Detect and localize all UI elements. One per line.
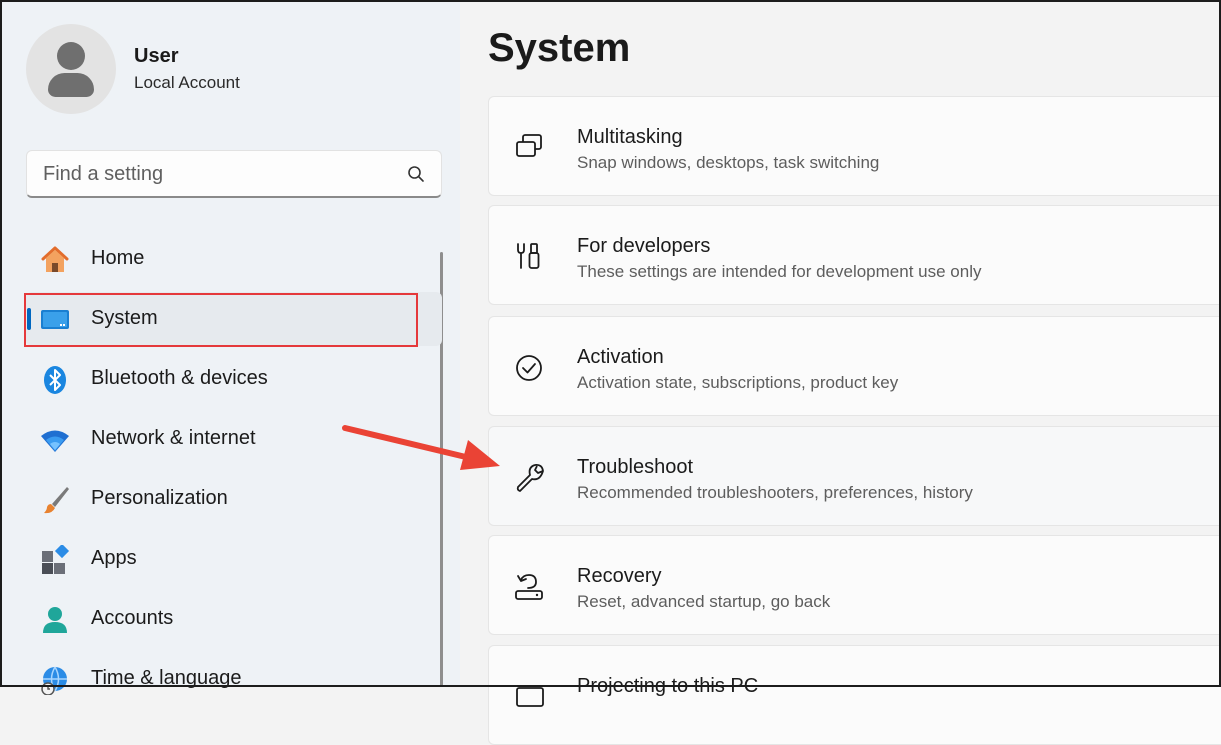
annotation-arrow — [342, 425, 500, 470]
